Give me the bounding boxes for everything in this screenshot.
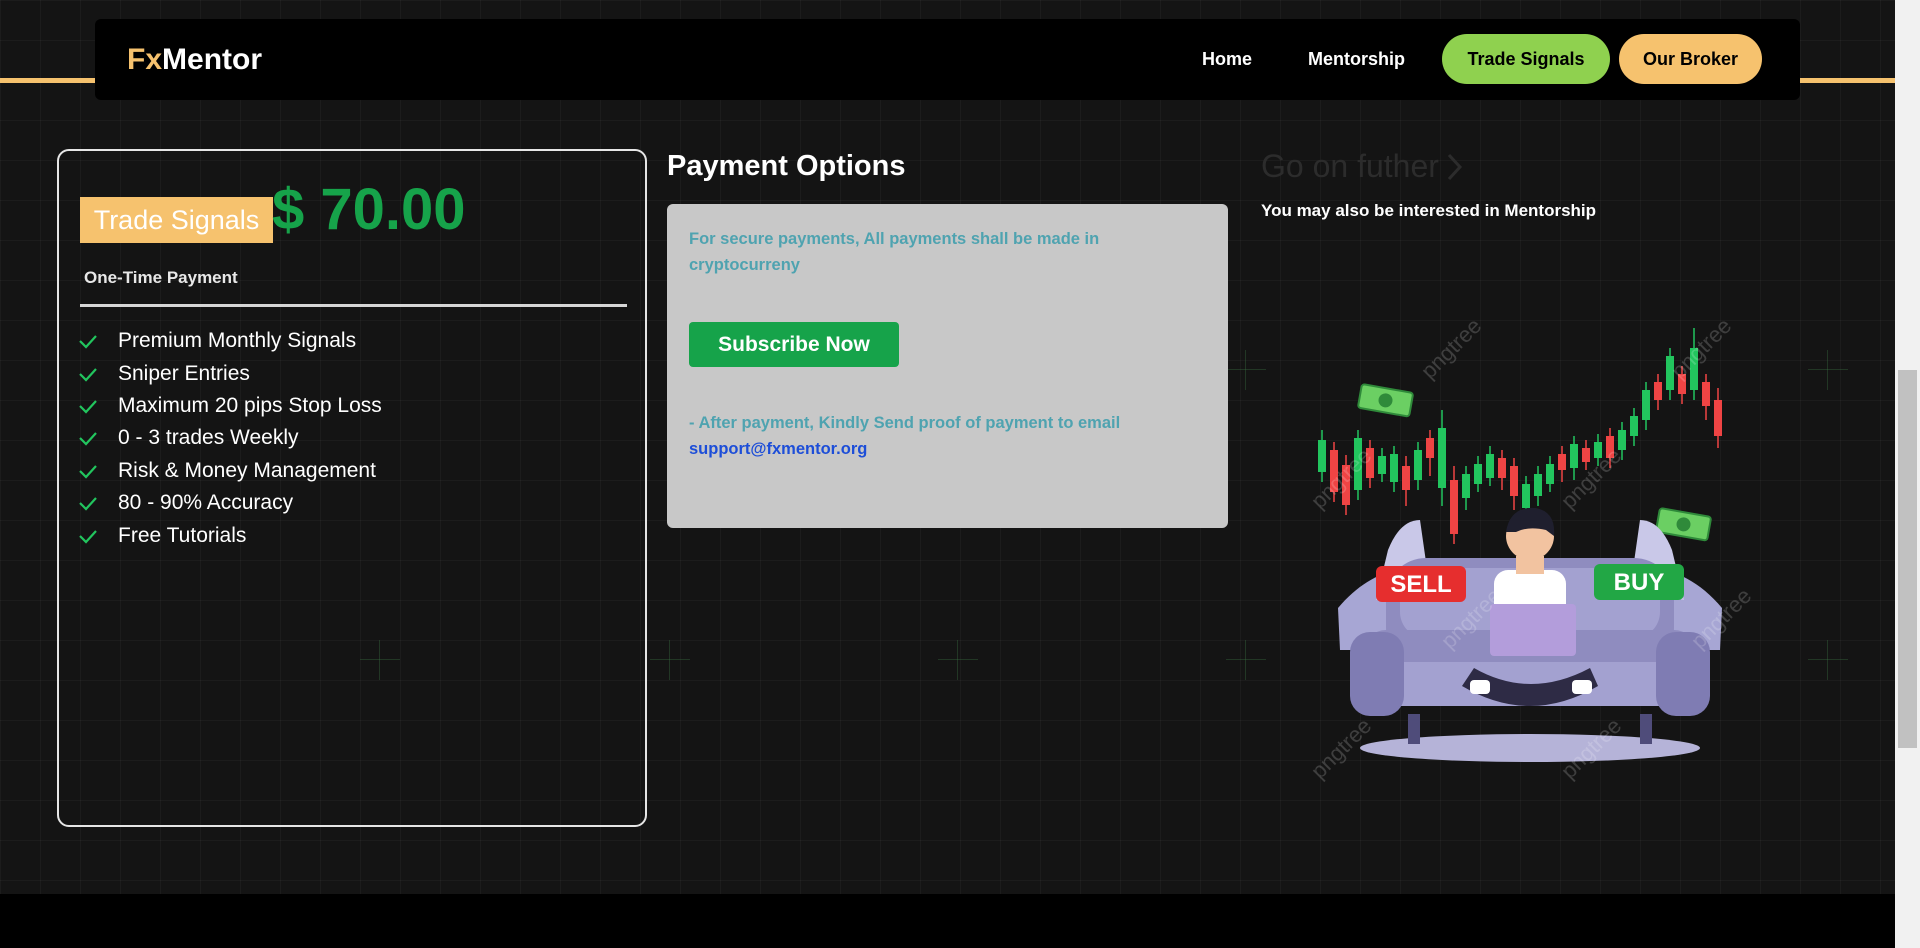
chevron-right-icon (1447, 153, 1462, 180)
nav-mentorship-link[interactable]: Mentorship (1308, 49, 1405, 70)
nav-home-link[interactable]: Home (1202, 49, 1252, 70)
feature-label: Premium Monthly Signals (118, 329, 357, 353)
money-bill-icon (1357, 383, 1414, 418)
feature-item: Sniper Entries (78, 357, 382, 389)
plan-badge: Trade Signals (80, 197, 273, 243)
mentorship-interest-text: You may also be interested in Mentorship (1261, 201, 1597, 220)
sell-badge: SELL (1376, 566, 1466, 602)
check-icon (79, 432, 97, 446)
feature-label: 0 - 3 trades Weekly (118, 426, 299, 450)
feature-label: Sniper Entries (118, 361, 250, 385)
logo[interactable]: FxMentor (127, 43, 262, 77)
go-further-label: Go on futher (1261, 148, 1439, 184)
feature-label: Free Tutorials (118, 523, 247, 547)
payment-options-title: Payment Options (667, 150, 906, 182)
payment-note: For secure payments, All payments shall … (689, 230, 1100, 274)
grid-plus-decoration (1226, 350, 1266, 390)
feature-item: 0 - 3 trades Weekly (78, 422, 382, 454)
payment-box: For secure payments, All payments shall … (667, 204, 1228, 528)
go-further-heading[interactable]: Go on futher (1261, 148, 1465, 185)
check-icon (79, 335, 97, 349)
sell-label: SELL (1390, 571, 1451, 598)
gold-accent-line (1795, 78, 1895, 83)
trader-illustration: SELL BUY pngtree pngtree pngtree pngtree… (1306, 313, 1756, 783)
plan-price: $ 70.00 (272, 177, 466, 242)
features-list: Premium Monthly Signals Sniper Entries M… (78, 325, 382, 552)
feature-item: Maximum 20 pips Stop Loss (78, 390, 382, 422)
grid-plus-decoration (1808, 640, 1848, 680)
grid-plus-decoration (1226, 640, 1266, 680)
payment-type-label: One-Time Payment (84, 268, 238, 287)
watermark-text: pngtree (1556, 443, 1626, 513)
after-payment-text: - After payment, Kindly Send proof of pa… (689, 414, 1121, 432)
scrollbar-thumb[interactable] (1898, 370, 1917, 748)
nav-our-broker-button[interactable]: Our Broker (1619, 34, 1762, 84)
watermark-text: pngtree (1416, 313, 1486, 383)
feature-label: Maximum 20 pips Stop Loss (118, 393, 382, 417)
buy-badge: BUY (1594, 564, 1684, 600)
check-icon (79, 400, 97, 414)
feature-label: 80 - 90% Accuracy (118, 491, 294, 515)
card-divider (80, 304, 627, 307)
check-icon (79, 465, 97, 479)
subscribe-now-button[interactable]: Subscribe Now (689, 322, 899, 367)
logo-suffix: Mentor (162, 43, 263, 76)
watermark-text: pngtree (1666, 313, 1736, 383)
check-icon (79, 367, 97, 382)
check-icon (79, 529, 97, 544)
logo-prefix: Fx (127, 43, 163, 76)
grid-plus-decoration (938, 640, 978, 680)
grid-plus-decoration (1808, 350, 1848, 390)
watermark-text: pngtree (1306, 443, 1376, 513)
feature-item: Free Tutorials (78, 519, 382, 551)
grid-plus-decoration (650, 640, 690, 680)
feature-item: 80 - 90% Accuracy (78, 487, 382, 519)
check-icon (79, 497, 97, 511)
feature-item: Risk & Money Management (78, 455, 382, 487)
buy-label: BUY (1614, 569, 1665, 596)
gold-accent-line (0, 78, 100, 83)
footer-bar (0, 894, 1895, 948)
feature-label: Risk & Money Management (118, 458, 376, 482)
feature-item: Premium Monthly Signals (78, 325, 382, 357)
navbar: FxMentor Home Mentorship Trade Signals O… (95, 19, 1800, 100)
support-email-link[interactable]: support@fxmentor.org (689, 436, 1189, 462)
after-payment-note: - After payment, Kindly Send proof of pa… (689, 410, 1189, 462)
nav-trade-signals-button[interactable]: Trade Signals (1442, 34, 1610, 84)
